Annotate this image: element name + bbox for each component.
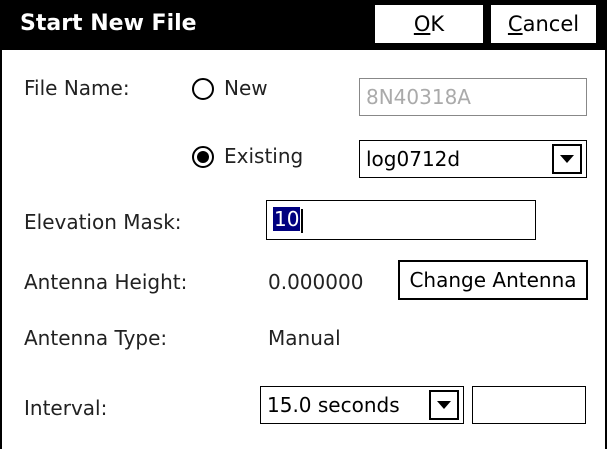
dialog-title: Start New File — [20, 11, 197, 36]
new-radio-label[interactable]: New — [224, 76, 268, 100]
file-name-label: File Name: — [24, 76, 130, 100]
chevron-down-icon[interactable] — [429, 390, 459, 420]
elevation-mask-value: 10 — [273, 207, 301, 231]
existing-file-dropdown[interactable]: log0712d — [359, 140, 587, 178]
cancel-button[interactable]: Cancel — [490, 4, 597, 44]
interval-label: Interval: — [24, 396, 108, 420]
interval-value: 15.0 seconds — [267, 393, 400, 417]
text-caret — [301, 208, 304, 233]
existing-radio[interactable] — [192, 146, 214, 168]
ok-mnemonic: O — [413, 12, 431, 36]
start-new-file-dialog: Start New File OK Cancel File Name: New … — [0, 0, 607, 449]
elevation-mask-label: Elevation Mask: — [24, 210, 182, 234]
change-antenna-button[interactable]: Change Antenna — [398, 260, 588, 300]
interval-dropdown[interactable]: 15.0 seconds — [260, 386, 464, 424]
ok-label-rest: K — [430, 12, 445, 36]
antenna-type-value: Manual — [268, 326, 341, 350]
cancel-mnemonic: C — [507, 12, 523, 36]
ok-button[interactable]: OK — [374, 4, 484, 44]
existing-file-value: log0712d — [366, 147, 461, 171]
interval-custom-input[interactable] — [472, 386, 586, 424]
antenna-height-value: 0.000000 — [268, 270, 364, 294]
cancel-label-rest: ancel — [522, 12, 580, 36]
antenna-height-label: Antenna Height: — [24, 270, 188, 294]
existing-radio-label[interactable]: Existing — [224, 144, 303, 168]
new-file-name-input[interactable]: 8N40318A — [359, 78, 587, 116]
title-bar: Start New File OK Cancel — [2, 0, 605, 50]
antenna-type-label: Antenna Type: — [24, 326, 168, 350]
new-radio[interactable] — [192, 78, 214, 100]
elevation-mask-input[interactable]: 10 — [266, 200, 536, 240]
chevron-down-icon[interactable] — [552, 144, 582, 174]
